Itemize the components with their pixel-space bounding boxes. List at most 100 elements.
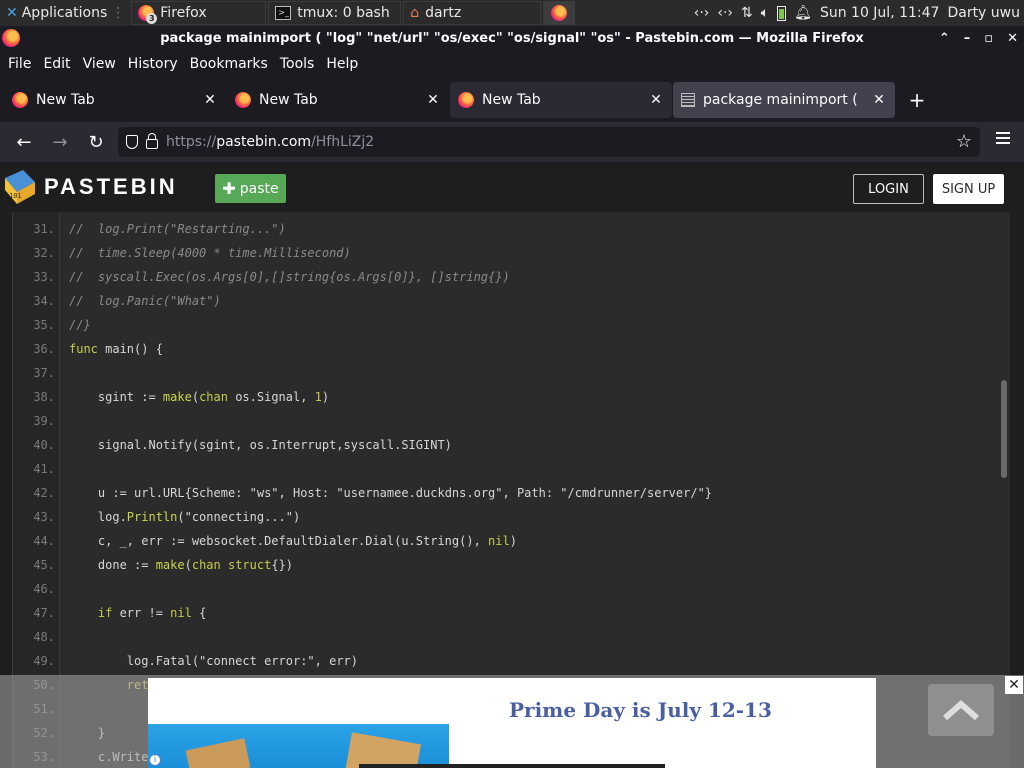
url-bar[interactable]: https://pastebin.com/HfhLiZj2 ☆ [118, 127, 980, 157]
code-text: sgint := make(chan os.Signal, 1) [69, 390, 330, 404]
code-line: 45. done := make(chan struct{}) [13, 553, 1010, 577]
tab-new-1[interactable]: New Tab ✕ [4, 82, 226, 118]
menu-tools[interactable]: Tools [274, 56, 321, 72]
code-line: 43. log.Println("connecting...") [13, 505, 1010, 529]
line-number: 37. [33, 366, 55, 380]
menu-help[interactable]: Help [320, 56, 364, 72]
home-folder-icon: ⌂ [410, 5, 420, 21]
code-line: 49. log.Fatal("connect error:", err) [13, 649, 1010, 673]
ad-info-icon[interactable]: i [149, 754, 161, 766]
scrollbar-thumb[interactable] [1001, 380, 1007, 478]
tab-label: package mainimport ( "lo [703, 92, 863, 108]
url-text[interactable]: https://pastebin.com/HfhLiZj2 [166, 134, 374, 150]
code-line: 42. u := url.URL{Scheme: "ws", Host: "us… [13, 481, 1010, 505]
code-text: func main() { [69, 342, 163, 356]
close-tab-icon[interactable]: ✕ [648, 92, 664, 108]
task-dartz[interactable]: ⌂ dartz [403, 1, 542, 25]
tab-new-3[interactable]: New Tab ✕ [450, 82, 672, 118]
new-tab-button[interactable]: + [902, 85, 932, 115]
ad-image[interactable] [148, 724, 449, 768]
tab-strip: New Tab ✕ New Tab ✕ New Tab ✕ package ma… [0, 78, 1024, 122]
reload-button[interactable]: ↻ [78, 124, 114, 160]
close-window-icon[interactable]: ✕ [1007, 31, 1018, 46]
clock[interactable]: Sun 10 Jul, 11:47 [820, 5, 940, 21]
signup-button[interactable]: SIGN UP [933, 174, 1004, 204]
bookmark-star-icon[interactable]: ☆ [956, 131, 972, 152]
menu-history[interactable]: History [122, 56, 184, 72]
network-icon[interactable]: ‹·› [694, 5, 710, 21]
panel-separator: ⋮ [111, 5, 126, 21]
back-button[interactable]: ← [6, 124, 42, 160]
lock-icon[interactable] [146, 133, 158, 149]
firefox-icon: 3 [138, 5, 158, 24]
svg-text:101: 101 [9, 192, 22, 200]
pastebin-wordmark[interactable]: PASTEBIN [44, 174, 178, 200]
pastebin-logo-icon[interactable]: 101 [3, 168, 37, 206]
code-line: 47. if err != nil { [13, 601, 1010, 625]
applications-menu[interactable]: ✕ Applications ⋮ [0, 0, 131, 26]
line-number: 31. [33, 222, 55, 236]
login-button[interactable]: LOGIN [853, 174, 924, 204]
minimize-icon[interactable]: – [964, 31, 971, 46]
task-tmux[interactable]: >_ tmux: 0 bash [268, 1, 402, 25]
chevron-up-icon [943, 700, 979, 721]
firefox-icon [2, 29, 20, 47]
firefox-icon [12, 92, 28, 108]
code-line: 38. sgint := make(chan os.Signal, 1) [13, 385, 1010, 409]
close-tab-icon[interactable]: ✕ [202, 92, 218, 108]
xfce-icon: ✕ [6, 5, 18, 21]
line-number: 36. [33, 342, 55, 356]
menu-bookmarks[interactable]: Bookmarks [184, 56, 274, 72]
code-line: 46. [13, 577, 1010, 601]
user-name[interactable]: Darty uwu [947, 5, 1020, 21]
line-number: 43. [33, 510, 55, 524]
app-menu-icon[interactable] [996, 132, 1010, 144]
task-firefox[interactable]: 3 Firefox [131, 1, 267, 25]
menu-file[interactable]: File [2, 56, 37, 72]
task-firefox-active[interactable] [543, 1, 576, 25]
terminal-icon: >_ [275, 6, 292, 20]
scroll-to-top-button[interactable] [928, 684, 994, 736]
tab-label: New Tab [259, 92, 318, 108]
code-line: 37. [13, 361, 1010, 385]
window-count-badge: 3 [146, 13, 158, 24]
firefox-icon [551, 5, 568, 21]
advertisement-banner[interactable]: i Prime Day is July 12-13 [148, 678, 876, 768]
new-paste-button[interactable]: ✚ paste [215, 174, 286, 203]
network-icon-2[interactable]: ‹·› [717, 5, 733, 21]
code-line: 35. //} [13, 313, 1010, 337]
line-number: 41. [33, 462, 55, 476]
forward-button[interactable]: → [42, 124, 78, 160]
window-titlebar[interactable]: package mainimport ( "log" "net/url" "os… [0, 26, 1024, 50]
menu-view[interactable]: View [77, 56, 122, 72]
code-line: 44. c, _, err := websocket.DefaultDialer… [13, 529, 1010, 553]
battery-icon[interactable] [777, 5, 787, 21]
tab-new-2[interactable]: New Tab ✕ [227, 82, 449, 118]
tracking-protection-icon[interactable] [126, 135, 138, 149]
window-title: package mainimport ( "log" "net/url" "os… [160, 30, 864, 46]
close-tab-icon[interactable]: ✕ [871, 92, 887, 108]
navigation-toolbar: ← → ↻ https://pastebin.com/HfhLiZj2 ☆ [0, 122, 1024, 162]
system-tray: ‹·› ‹·› ⇅ 🔈︎ 🔔︎ Sun 10 Jul, 11:47 Darty … [694, 5, 1024, 21]
line-number: 39. [33, 414, 55, 428]
tab-pastebin[interactable]: package mainimport ( "lo ✕ [673, 82, 895, 118]
ad-close-button[interactable]: ✕ [1005, 676, 1023, 694]
menu-edit[interactable]: Edit [37, 56, 76, 72]
transfer-icon[interactable]: ⇅ [741, 5, 753, 21]
system-panel: ✕ Applications ⋮ 3 Firefox >_ tmux: 0 ba… [0, 0, 1024, 26]
task-label: Firefox [160, 5, 207, 21]
line-number: 48. [33, 630, 55, 644]
volume-icon[interactable]: 🔈︎ [761, 5, 769, 21]
restore-icon[interactable]: ▫ [984, 31, 993, 46]
code-text: // time.Sleep(4000 * time.Millisecond) [69, 246, 351, 260]
menu-bar: File Edit View History Bookmarks Tools H… [0, 50, 1024, 78]
line-number: 32. [33, 246, 55, 260]
line-number: 38. [33, 390, 55, 404]
line-number: 45. [33, 558, 55, 572]
code-text: // log.Panic("What") [69, 294, 221, 308]
ad-title[interactable]: Prime Day is July 12-13 [509, 698, 772, 722]
notification-bell-icon[interactable]: 🔔︎ [794, 5, 812, 21]
close-tab-icon[interactable]: ✕ [425, 92, 441, 108]
code-text: //} [69, 318, 91, 332]
maximize-up-icon[interactable]: ⌃ [939, 31, 950, 46]
